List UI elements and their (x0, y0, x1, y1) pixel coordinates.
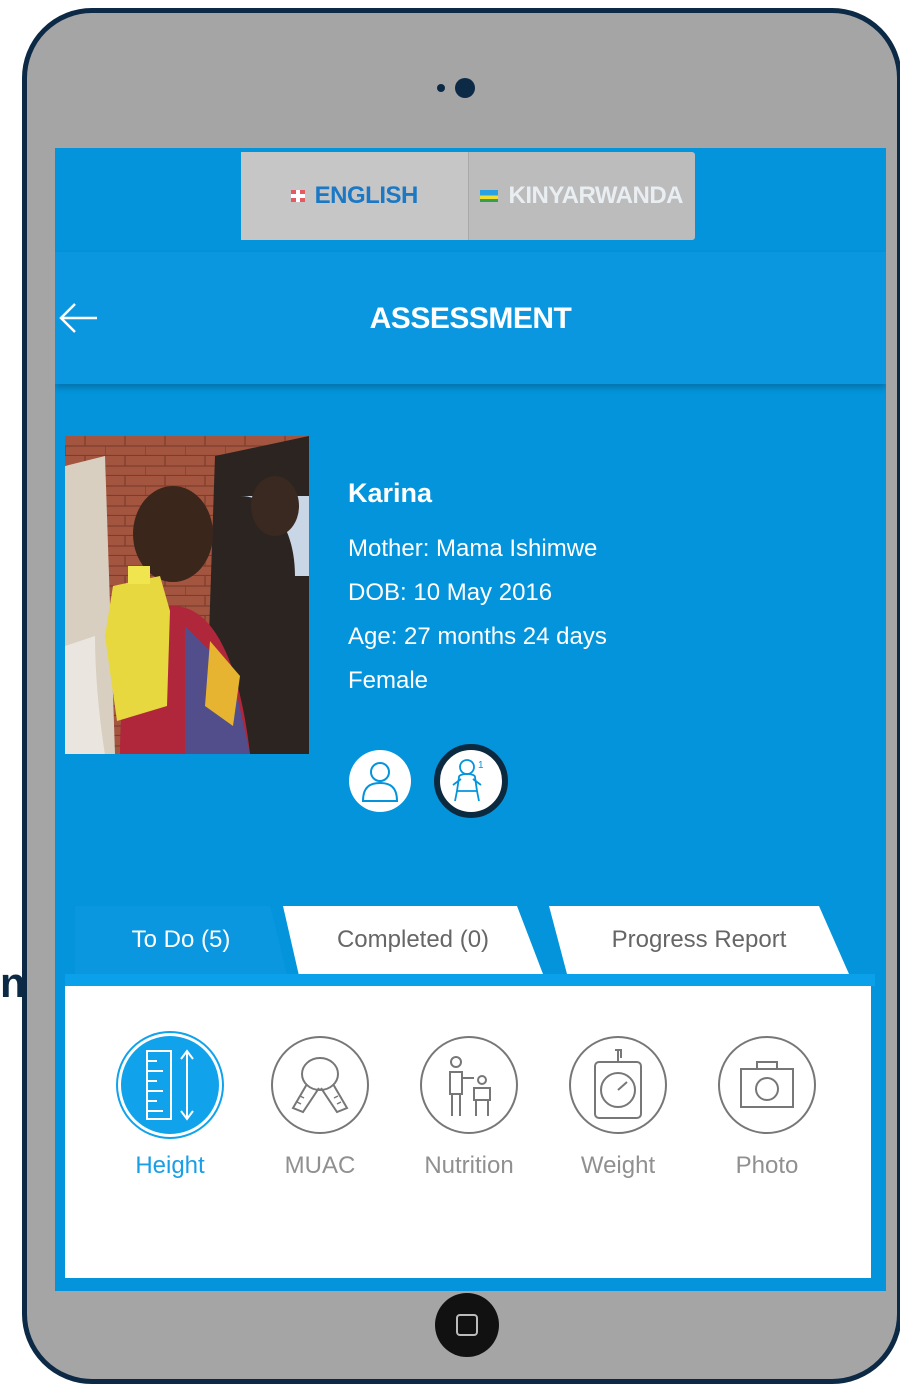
tab-completed[interactable]: Completed (0) (283, 906, 543, 974)
uk-flag-icon (290, 190, 305, 202)
task-photo[interactable]: Photo (712, 1036, 822, 1180)
task-height[interactable]: Height (115, 1036, 225, 1180)
child-dob: DOB: 10 May 2016 (348, 579, 553, 606)
task-label: Weight (580, 1152, 656, 1179)
language-english-label: ENGLISH (314, 182, 419, 209)
person-icon (361, 762, 399, 802)
camera-icon (740, 1061, 794, 1108)
height-icon (146, 1049, 194, 1121)
app-screen: ENGLISH KINYARWANDA ASSESSMENT Karina Mo… (55, 148, 886, 1291)
mother-profile-button[interactable] (349, 750, 411, 812)
task-label: Nutrition (424, 1152, 514, 1179)
language-switcher: ENGLISH KINYARWANDA (241, 152, 695, 240)
tab-bar: To Do (5) Completed (0) Progress Report (75, 906, 875, 976)
language-kinyarwanda-button[interactable]: KINYARWANDA (469, 152, 696, 240)
child-mother: Mother: Mama Ishimwe (348, 535, 598, 562)
nutrition-icon (449, 1056, 491, 1116)
app-bar: ASSESSMENT (55, 252, 886, 384)
sensor-dot (437, 84, 445, 92)
child-photo (65, 436, 309, 754)
child-age: Age: 27 months 24 days (348, 623, 607, 650)
tab-underline (65, 974, 875, 986)
baby-icon: 1 (452, 759, 484, 802)
svg-text:1: 1 (478, 760, 484, 771)
task-nutrition[interactable]: Nutrition (414, 1036, 524, 1180)
tab-label: Completed (0) (336, 926, 490, 953)
task-muac[interactable]: MUAC (265, 1036, 375, 1180)
task-label: Height (135, 1152, 205, 1179)
child-gender: Female (348, 667, 429, 694)
page-title: ASSESSMENT (369, 302, 572, 335)
task-label: Photo (735, 1152, 799, 1179)
language-english-button[interactable]: ENGLISH (241, 152, 469, 240)
task-weight[interactable]: Weight (563, 1036, 673, 1180)
tasks-panel: Height MUAC Nutrition Weight Photo (65, 986, 871, 1278)
rwanda-flag-icon (480, 190, 499, 202)
language-kinyarwanda-label: KINYARWANDA (508, 182, 684, 209)
home-square-icon (456, 1314, 478, 1336)
measuring-tape-icon (291, 1057, 349, 1114)
camera-icon-hardware (455, 78, 475, 98)
child-profile-button[interactable]: 1 (434, 744, 508, 818)
child-info: Karina Mother: Mama Ishimwe DOB: 10 May … (348, 478, 607, 703)
home-button[interactable] (435, 1293, 499, 1357)
tab-label: Progress Report (611, 926, 787, 953)
task-label: MUAC (284, 1152, 356, 1179)
tab-label: To Do (5) (131, 926, 231, 953)
tab-todo[interactable]: To Do (5) (75, 906, 287, 974)
child-name: Karina (348, 478, 433, 508)
scale-icon (594, 1049, 642, 1119)
tab-progress-report[interactable]: Progress Report (549, 906, 849, 974)
